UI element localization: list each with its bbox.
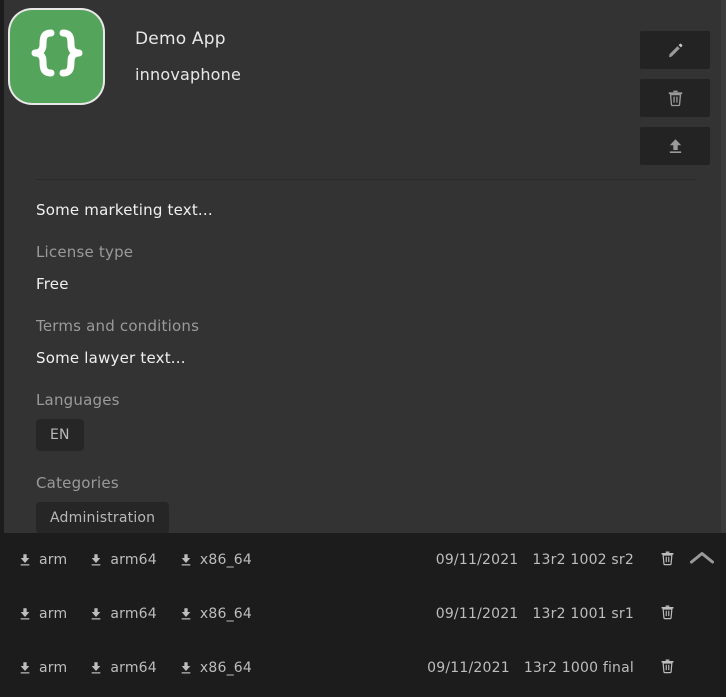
version-label: 13r2 1002 sr2 (532, 552, 634, 568)
upload-button[interactable] (640, 127, 710, 165)
delete-button[interactable] (640, 79, 710, 117)
download-link-label: x86_64 (200, 606, 252, 622)
download-link-x86-64[interactable]: x86_64 (179, 660, 252, 676)
trash-icon (667, 89, 684, 107)
trash-icon (660, 604, 675, 624)
upload-icon (667, 137, 684, 155)
download-link-label: x86_64 (200, 660, 252, 676)
release-date: 09/11/2021 (436, 552, 519, 568)
categories-chip-list: Administration (36, 502, 694, 533)
download-link-arm64[interactable]: arm64 (89, 552, 157, 568)
download-icon (179, 660, 193, 676)
download-icon (18, 552, 32, 568)
languages-field: Languages EN (36, 390, 694, 451)
app-identity: Demo App innovaphone (135, 28, 640, 86)
download-icon (89, 552, 103, 568)
download-link-label: x86_64 (200, 552, 252, 568)
download-link-label: arm64 (110, 606, 157, 622)
download-link-label: arm (39, 552, 67, 568)
release-date: 09/11/2021 (427, 660, 510, 676)
version-label: 13r2 1000 final (524, 660, 634, 676)
collapse-button[interactable] (678, 550, 726, 570)
architecture-download-links: arm arm64 (18, 606, 252, 622)
download-link-x86-64[interactable]: x86_64 (179, 552, 252, 568)
categories-field: Categories Administration (36, 473, 694, 533)
table-row[interactable]: arm arm64 (4, 641, 726, 695)
delete-version-button[interactable] (656, 550, 678, 570)
license-type-field: License type Free (36, 242, 694, 294)
download-link-label: arm (39, 606, 67, 622)
marketing-text: Some marketing text... (36, 200, 694, 220)
app-vendor: innovaphone (135, 64, 640, 86)
delete-version-button[interactable] (656, 604, 678, 624)
table-row[interactable]: arm arm64 (4, 587, 726, 641)
languages-label: Languages (36, 390, 694, 410)
download-icon (179, 552, 193, 568)
version-label: 13r2 1001 sr1 (532, 606, 634, 622)
license-type-value: Free (36, 274, 694, 294)
language-chip[interactable]: EN (36, 419, 84, 451)
categories-label: Categories (36, 473, 694, 493)
delete-version-button[interactable] (656, 658, 678, 678)
app-detail-body: Some marketing text... License type Free… (4, 200, 726, 533)
architecture-download-links: arm arm64 (18, 552, 252, 568)
languages-chip-list: EN (36, 419, 694, 451)
edit-button[interactable] (640, 31, 710, 69)
download-link-label: arm (39, 660, 67, 676)
download-link-arm64[interactable]: arm64 (89, 660, 157, 676)
terms-label: Terms and conditions (36, 316, 694, 336)
chevron-up-icon (689, 550, 715, 570)
table-row[interactable]: arm arm64 (4, 533, 726, 587)
header-action-buttons (640, 31, 720, 165)
download-icon (89, 606, 103, 622)
download-link-arm[interactable]: arm (18, 606, 67, 622)
download-icon (18, 606, 32, 622)
architecture-download-links: arm arm64 (18, 660, 252, 676)
card-header: Demo App innovaphone (4, 0, 726, 165)
download-link-label: arm64 (110, 660, 157, 676)
trash-icon (660, 658, 675, 678)
version-list: arm arm64 (4, 533, 726, 697)
download-link-arm64[interactable]: arm64 (89, 606, 157, 622)
download-icon (18, 660, 32, 676)
app-detail-screen: Demo App innovaphone (0, 0, 726, 697)
download-link-arm[interactable]: arm (18, 552, 67, 568)
terms-field: Terms and conditions Some lawyer text... (36, 316, 694, 368)
release-date: 09/11/2021 (436, 606, 519, 622)
download-link-label: arm64 (110, 552, 157, 568)
download-icon (179, 606, 193, 622)
download-icon (89, 660, 103, 676)
card-scrollbar[interactable] (721, 0, 726, 533)
license-type-label: License type (36, 242, 694, 262)
trash-icon (660, 550, 675, 570)
terms-value: Some lawyer text... (36, 348, 694, 368)
page-title: Demo App (135, 28, 640, 50)
download-link-x86-64[interactable]: x86_64 (179, 606, 252, 622)
category-chip[interactable]: Administration (36, 502, 169, 533)
download-link-arm[interactable]: arm (18, 660, 67, 676)
curly-braces-app-icon (10, 10, 103, 103)
app-detail-card: Demo App innovaphone (4, 0, 726, 533)
pencil-icon (667, 42, 684, 59)
header-divider (36, 179, 696, 180)
